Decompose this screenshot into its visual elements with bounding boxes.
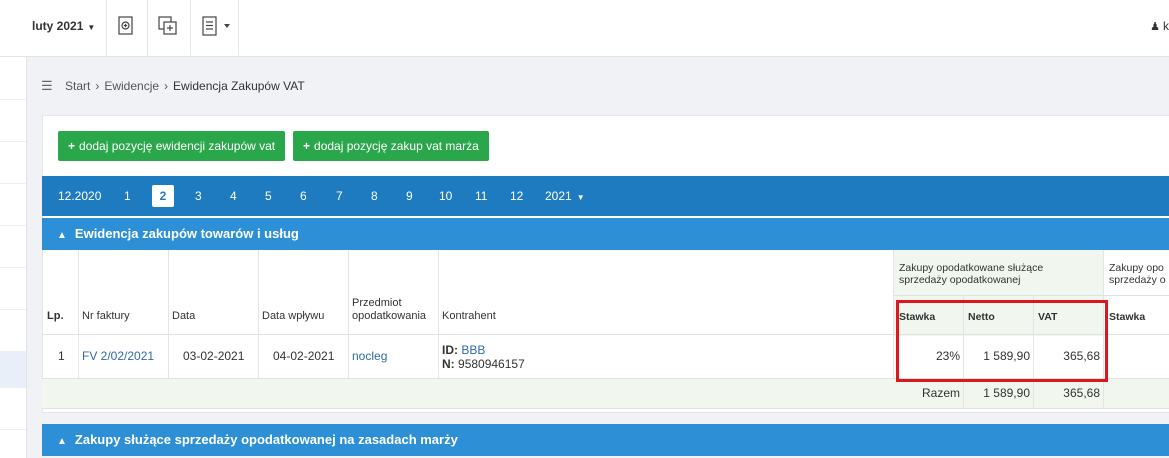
sidebar-item[interactable] [0,309,26,352]
header-group-taxed: Zakupy opodatkowane służące sprzedaży op… [899,262,1044,286]
month-nav-item[interactable]: 3 [195,189,202,203]
month-nav-item[interactable]: 6 [300,189,307,203]
header-contractor[interactable]: Kontrahent [442,310,496,322]
chevron-up-icon: ▲ [57,230,67,241]
year-selector[interactable]: 2021 ▼ [545,189,585,203]
toolbar-divider [190,0,191,56]
document-view-icon [118,16,133,35]
sidebar-item-active[interactable] [0,351,26,388]
header-rate-second: Stawka [1109,311,1146,323]
month-selector[interactable]: luty 2021 ▼ [32,19,95,33]
add-margin-entry-label: dodaj pozycję zakup vat marża [314,139,479,153]
breadcrumb-current: Ewidencja Zakupów VAT [173,79,305,93]
plus-icon: + [303,139,311,153]
add-margin-entry-button[interactable]: + dodaj pozycję zakup vat marża [293,131,489,161]
section-title: Ewidencja zakupów towarów i usług [74,226,299,241]
year-selector-label: 2021 [545,189,572,203]
breadcrumb-chevron-icon: › [164,79,169,93]
total-net: 1 589,90 [983,386,1030,400]
month-nav-item[interactable]: 7 [336,189,343,203]
total-label: Razem [921,386,960,400]
user-menu[interactable]: ♟ k [1150,19,1169,33]
top-toolbar: luty 2021 ▼ ♟ k [0,0,1169,57]
chevron-up-icon: ▲ [57,436,67,447]
month-navigation: 12.2020 1 2 3 4 5 6 7 8 9 10 11 12 2021 ▼ [42,176,1169,216]
month-nav-item[interactable]: 8 [371,189,378,203]
row-receipt-date: 04-02-2021 [273,349,335,363]
contractor-nip: 9580946157 [458,357,525,371]
breadcrumb-start[interactable]: Start [65,79,90,93]
breadcrumb-chevron-icon: › [95,79,100,93]
header-date[interactable]: Data [172,310,195,322]
toolbar-document-view-button[interactable] [114,14,138,38]
caret-down-icon: ▼ [576,193,585,202]
header-subject[interactable]: Przedmiot opodatkowania [352,297,440,323]
sidebar-item[interactable] [0,141,26,184]
row-date: 03-02-2021 [183,349,245,363]
section-title: Zakupy służące sprzedaży opodatkowanej n… [74,432,458,447]
header-invoice[interactable]: Nr faktury [82,310,130,322]
month-nav-item[interactable]: 11 [475,189,487,203]
month-nav-item[interactable]: 1 [124,189,131,203]
row-contractor: ID: BBB N: 9580946157 [442,343,525,371]
report-list-icon [202,16,230,36]
month-nav-item-active[interactable]: 2 [152,185,174,207]
add-purchase-entry-label: dodaj pozycję ewidencji zakupów vat [79,139,276,153]
add-copy-icon [158,16,177,35]
row-subject-link[interactable]: nocleg [352,349,387,363]
row-lp: 1 [58,349,65,363]
month-nav-item[interactable]: 9 [406,189,413,203]
toolbar-report-menu-button[interactable] [199,14,235,38]
header-receipt-date[interactable]: Data wpływu [262,310,324,322]
toolbar-divider [147,0,148,56]
sidebar-item[interactable] [0,267,26,310]
month-nav-item[interactable]: 4 [230,189,237,203]
row-invoice-link[interactable]: FV 2/02/2021 [82,349,154,363]
contractor-nip-label: N: [442,357,455,371]
month-selector-label: luty 2021 [32,19,84,33]
highlight-box [896,300,1108,382]
toolbar-divider [106,0,107,56]
section-header-purchases[interactable]: ▲ Ewidencja zakupów towarów i usług [42,218,1169,250]
user-icon: ♟ [1150,21,1160,33]
caret-down-icon: ▼ [87,23,96,32]
toolbar-divider [238,0,239,56]
section-header-margin-purchases[interactable]: ▲ Zakupy służące sprzedaży opodatkowanej … [42,424,1169,456]
breadcrumb-ewidencje[interactable]: Ewidencje [104,79,159,93]
add-purchase-entry-button[interactable]: + dodaj pozycję ewidencji zakupów vat [58,131,286,161]
header-group-second: Zakupy opo sprzedaży o [1109,262,1166,286]
contractor-id-link[interactable]: BBB [461,343,485,357]
toolbar-add-copy-button[interactable] [156,14,180,38]
month-nav-item[interactable]: 5 [265,189,272,203]
contractor-id-label: ID: [442,343,458,357]
user-name: k [1163,19,1169,33]
hamburger-menu-icon[interactable]: ☰ [41,78,53,94]
breadcrumb: ☰ Start › Ewidencje › Ewidencja Zakupów VAT [41,78,305,94]
sidebar-item[interactable] [0,99,26,142]
month-nav-prev-year[interactable]: 12.2020 [58,189,101,203]
plus-icon: + [68,139,76,153]
sidebar [0,57,27,458]
header-lp: Lp. [47,310,64,322]
sidebar-item[interactable] [0,183,26,226]
sidebar-item[interactable] [0,225,26,268]
sidebar-item[interactable] [0,387,26,430]
sidebar-item[interactable] [0,57,26,100]
total-vat: 365,68 [1063,386,1100,400]
month-nav-item[interactable]: 10 [439,189,452,203]
row-divider [42,408,1169,409]
month-nav-item[interactable]: 12 [510,189,523,203]
